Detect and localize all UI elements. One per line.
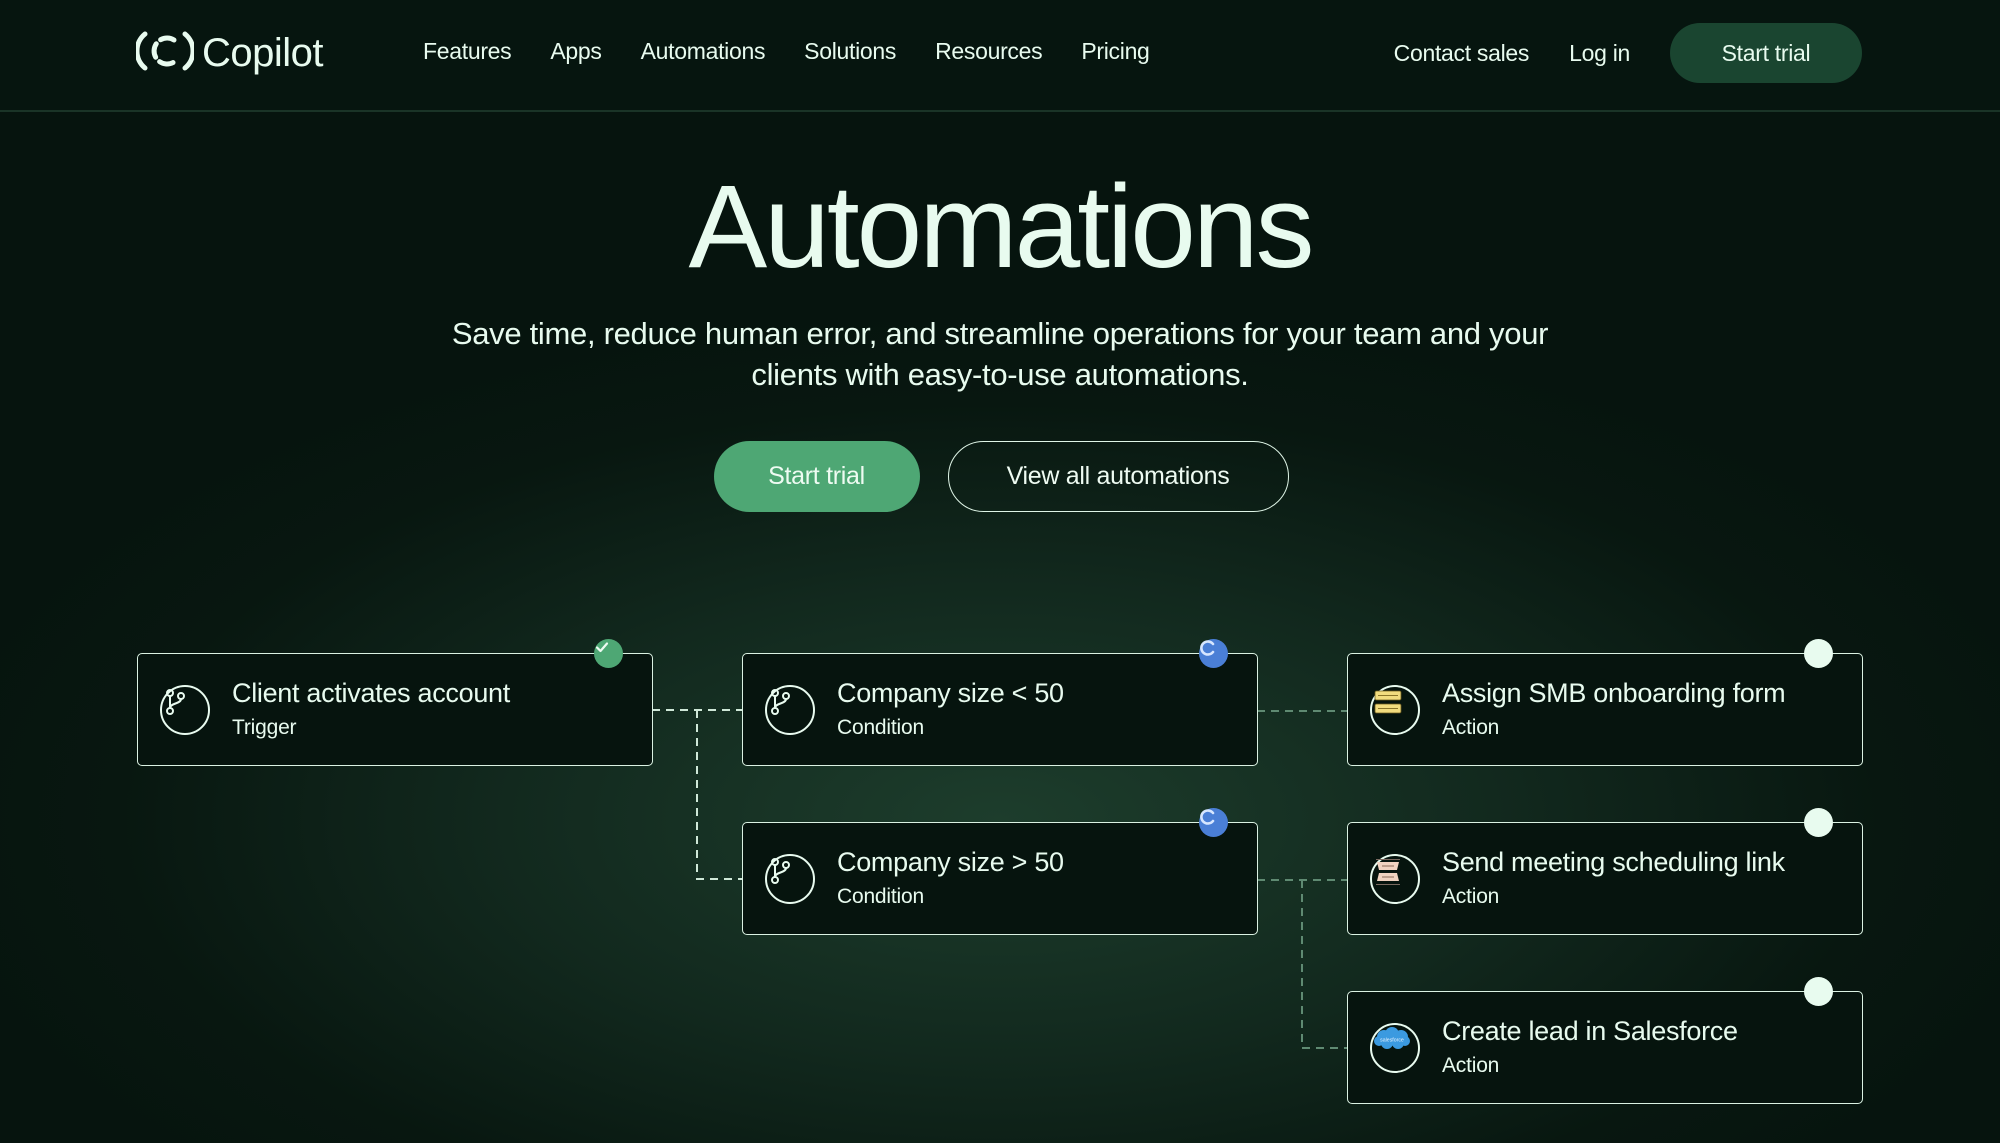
condition-card[interactable]: Company size < 50 Condition bbox=[742, 639, 1258, 766]
branch-icon bbox=[765, 685, 815, 735]
top-navigation-bar: Copilot Features Apps Automations Soluti… bbox=[0, 0, 2000, 112]
nav-resources[interactable]: Resources bbox=[935, 38, 1043, 65]
card-type: Action bbox=[1442, 716, 1500, 739]
card-title: Company size > 50 bbox=[837, 847, 1064, 877]
card-type: Condition bbox=[837, 716, 924, 739]
nav-solutions[interactable]: Solutions bbox=[804, 38, 896, 65]
card-type: Condition bbox=[837, 885, 924, 908]
check-icon bbox=[595, 642, 609, 653]
action-card[interactable]: Send meeting scheduling link Action bbox=[1347, 808, 1863, 935]
nav-features[interactable]: Features bbox=[423, 38, 512, 65]
card-title: Send meeting scheduling link bbox=[1442, 847, 1785, 877]
status-badge-pending bbox=[1804, 808, 1833, 837]
trigger-card[interactable]: Client activates account Trigger bbox=[137, 639, 653, 766]
salesforce-icon: salesforce bbox=[1370, 1023, 1420, 1073]
card-type: Action bbox=[1442, 885, 1500, 908]
salesforce-logo-text: salesforce bbox=[1380, 1038, 1404, 1044]
start-trial-nav-button[interactable]: Start trial bbox=[1670, 23, 1862, 83]
hero-subtitle-line-2: clients with easy-to-use automations. bbox=[751, 357, 1249, 392]
hero-subtitle: Save time, reduce human error, and strea… bbox=[400, 313, 1600, 395]
hero-subtitle-line-1: Save time, reduce human error, and strea… bbox=[451, 316, 1549, 351]
main-nav: Features Apps Automations Solutions Reso… bbox=[423, 38, 1189, 65]
card-type: Trigger bbox=[232, 716, 297, 739]
condition-card[interactable]: Company size > 50 Condition bbox=[742, 808, 1258, 935]
card-title: Create lead in Salesforce bbox=[1442, 1016, 1738, 1046]
card-type: Action bbox=[1442, 1054, 1500, 1077]
action-card[interactable]: Assign SMB onboarding form Action bbox=[1347, 639, 1863, 766]
log-in-link[interactable]: Log in bbox=[1569, 40, 1630, 67]
form-icon bbox=[1370, 685, 1420, 735]
branch-icon bbox=[160, 685, 210, 735]
loading-spinner-icon bbox=[1200, 640, 1215, 656]
loading-spinner-icon bbox=[1200, 809, 1215, 825]
card-title: Company size < 50 bbox=[837, 678, 1064, 708]
view-all-automations-button[interactable]: View all automations bbox=[947, 441, 1289, 512]
start-trial-button[interactable]: Start trial bbox=[713, 441, 920, 512]
nav-automations[interactable]: Automations bbox=[641, 38, 766, 65]
brand-name: Copilot bbox=[202, 30, 324, 75]
nav-pricing[interactable]: Pricing bbox=[1081, 38, 1150, 65]
status-badge-in-progress bbox=[1199, 808, 1228, 837]
calendar-link-icon bbox=[1370, 854, 1420, 904]
brand-logo[interactable]: Copilot bbox=[134, 27, 324, 79]
action-card[interactable]: salesforce Create lead in Salesforce Act… bbox=[1347, 977, 1863, 1104]
nav-actions: Contact sales Log in Start trial bbox=[1394, 23, 1862, 83]
page-title: Automations bbox=[688, 161, 1315, 293]
status-badge-pending bbox=[1804, 639, 1833, 668]
hero-cta-row: Start trial View all automations bbox=[0, 441, 2000, 512]
branch-icon bbox=[765, 854, 815, 904]
card-title: Client activates account bbox=[232, 678, 510, 708]
status-badge-complete bbox=[594, 639, 623, 668]
status-badge-in-progress bbox=[1199, 639, 1228, 668]
connector-trigger-to-condition-2 bbox=[696, 710, 742, 880]
copilot-logo-icon bbox=[134, 28, 196, 79]
card-title: Assign SMB onboarding form bbox=[1442, 678, 1786, 708]
nav-apps[interactable]: Apps bbox=[550, 38, 602, 65]
connector-condition-2-to-action-3 bbox=[1301, 880, 1347, 1049]
status-badge-pending bbox=[1804, 977, 1833, 1006]
contact-sales-link[interactable]: Contact sales bbox=[1394, 40, 1530, 67]
